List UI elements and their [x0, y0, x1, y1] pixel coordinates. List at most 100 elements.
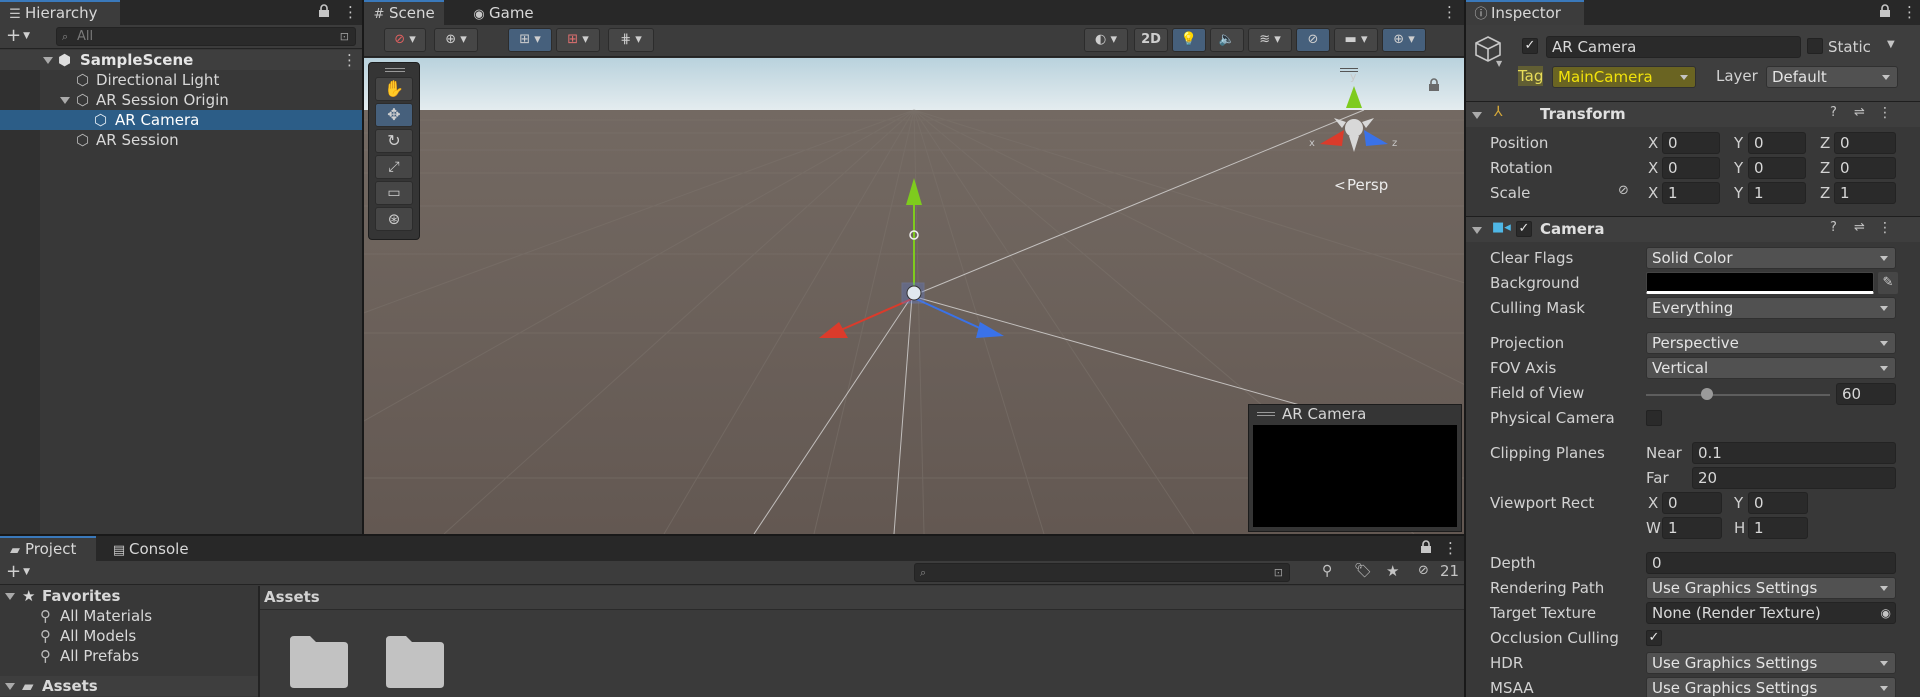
effects-button[interactable]: ≋ ▾ — [1248, 28, 1292, 52]
shading-mode-button[interactable]: ◐ ▾ — [1084, 28, 1128, 52]
lock-icon[interactable] — [318, 4, 330, 18]
search-by-label-icon[interactable]: 🏷 — [1354, 563, 1372, 579]
move-tool-button[interactable]: ✥ — [375, 103, 413, 127]
scene-row[interactable]: ⬢ SampleScene ⋮ — [0, 50, 362, 70]
hierarchy-item-directional-light[interactable]: ⬡ Directional Light — [0, 70, 362, 90]
fold-arrow-icon[interactable] — [1472, 112, 1482, 119]
position-x-field[interactable]: 0 — [1662, 132, 1720, 154]
tab-console[interactable]: ▤ Console — [104, 536, 204, 561]
hierarchy-search-input[interactable]: ⌕ All ⊡ — [56, 27, 356, 46]
favorite-all-models[interactable]: ⚲ All Models — [0, 626, 258, 646]
tab-inspector[interactable]: ⓘ Inspector — [1466, 0, 1584, 25]
position-z-field[interactable]: 0 — [1834, 132, 1896, 154]
audio-toggle-button[interactable]: 🔈 — [1210, 28, 1244, 52]
depth-field[interactable]: 0 — [1646, 552, 1896, 574]
asset-folder-icon[interactable] — [384, 632, 446, 688]
kebab-menu-icon[interactable]: ⋮ — [1443, 539, 1458, 557]
component-kebab-icon[interactable]: ⋮ — [1878, 105, 1892, 121]
scene-kebab-icon[interactable]: ⋮ — [342, 50, 357, 70]
favorites-row[interactable]: ★ Favorites — [0, 586, 258, 606]
scene-lock-icon[interactable] — [1428, 78, 1440, 92]
fold-arrow-icon[interactable] — [5, 593, 15, 600]
global-button[interactable]: ⊕ ▾ — [434, 28, 478, 52]
search-options-icon[interactable]: ⊡ — [1274, 564, 1283, 581]
hidden-packages-icon[interactable]: ⊘ — [1418, 563, 1429, 578]
rotation-x-field[interactable]: 0 — [1662, 157, 1720, 179]
fold-arrow-icon[interactable] — [43, 57, 53, 64]
hierarchy-item-ar-camera[interactable]: ⬡ AR Camera — [0, 110, 362, 130]
hierarchy-item-ar-session[interactable]: ⬡ AR Session — [0, 130, 362, 150]
gizmo-center-cube[interactable] — [1345, 119, 1363, 137]
kebab-menu-icon[interactable]: ⋮ — [1902, 3, 1917, 21]
position-y-field[interactable]: 0 — [1748, 132, 1806, 154]
help-icon[interactable]: ? — [1830, 220, 1837, 235]
toggle-2d-button[interactable]: 2D — [1134, 28, 1168, 52]
rotation-z-field[interactable]: 0 — [1834, 157, 1896, 179]
presets-icon[interactable]: ⇌ — [1854, 105, 1865, 120]
favorites-star-icon[interactable]: ★ — [1386, 562, 1399, 580]
layer-dropdown[interactable]: Default — [1766, 66, 1898, 88]
rendering-path-dropdown[interactable]: Use Graphics Settings — [1646, 577, 1896, 599]
asset-folder-icon[interactable] — [288, 632, 350, 688]
favorite-all-materials[interactable]: ⚲ All Materials — [0, 606, 258, 626]
add-button[interactable]: + ▼ — [6, 26, 38, 46]
scene-viewport[interactable]: y x z Persp < ✋ ✥ ↻ ⤢ ▭ ⊛ AR Camera — [364, 58, 1464, 534]
component-kebab-icon[interactable]: ⋮ — [1878, 220, 1892, 236]
lock-icon[interactable] — [1420, 540, 1432, 554]
scale-y-field[interactable]: 1 — [1748, 182, 1806, 204]
active-checkbox[interactable]: ✓ — [1522, 38, 1538, 54]
tab-hierarchy[interactable]: ☰ Hierarchy — [0, 0, 120, 25]
fold-arrow-icon[interactable] — [5, 683, 15, 690]
draw-mode-button[interactable]: ⊘ ▾ — [384, 28, 426, 52]
background-color-field[interactable] — [1646, 272, 1874, 294]
fov-slider-track[interactable] — [1646, 394, 1830, 396]
scale-x-field[interactable]: 1 — [1662, 182, 1720, 204]
rotate-tool-button[interactable]: ↻ — [375, 129, 413, 153]
assets-tree-row[interactable]: ▰ Assets — [0, 676, 258, 696]
projection-label[interactable]: Persp — [1347, 176, 1388, 194]
search-options-icon[interactable]: ⊡ — [340, 28, 349, 45]
scene-visibility-button[interactable]: ⊘ — [1296, 28, 1330, 52]
fov-axis-dropdown[interactable]: Vertical — [1646, 357, 1896, 379]
fold-arrow-icon[interactable] — [1472, 227, 1482, 234]
object-picker-icon[interactable]: ◉ — [1881, 603, 1891, 623]
kebab-menu-icon[interactable]: ⋮ — [343, 3, 358, 21]
viewport-w-field[interactable]: 1 — [1662, 517, 1722, 539]
camera-settings-button[interactable]: ▬ ▾ — [1334, 28, 1378, 52]
favorite-all-prefabs[interactable]: ⚲ All Prefabs — [0, 646, 258, 666]
occlusion-culling-checkbox[interactable]: ✓ — [1646, 630, 1662, 646]
constrain-proportions-icon[interactable]: ⊘ — [1618, 183, 1629, 198]
grid-snap-button[interactable]: ⊞ ▾ — [508, 28, 552, 52]
icon-dropdown-arrow[interactable]: ▼ — [1496, 59, 1502, 68]
physical-camera-checkbox[interactable] — [1646, 410, 1662, 426]
far-clip-field[interactable]: 20 — [1692, 467, 1896, 489]
hdr-dropdown[interactable]: Use Graphics Settings — [1646, 652, 1896, 674]
projection-dropdown[interactable]: Perspective — [1646, 332, 1896, 354]
viewport-x-field[interactable]: 0 — [1662, 492, 1722, 514]
view-options-handle[interactable] — [1340, 68, 1358, 72]
increment-snap-button[interactable]: ⊞ ▾ — [556, 28, 600, 52]
fov-value-field[interactable]: 60 — [1836, 383, 1896, 405]
fov-slider-thumb[interactable] — [1700, 388, 1713, 400]
target-texture-field[interactable]: None (Render Texture) ◉ — [1646, 602, 1896, 624]
scale-z-field[interactable]: 1 — [1834, 182, 1896, 204]
tab-scene[interactable]: # Scene — [364, 0, 444, 25]
assets-breadcrumb-label[interactable]: Assets — [264, 588, 320, 606]
preview-drag-handle[interactable] — [1257, 412, 1275, 416]
kebab-menu-icon[interactable]: ⋮ — [1442, 3, 1457, 21]
scale-tool-button[interactable]: ⤢ — [375, 155, 413, 179]
viewport-h-field[interactable]: 1 — [1748, 517, 1808, 539]
presets-icon[interactable]: ⇌ — [1854, 220, 1865, 235]
viewport-y-field[interactable]: 0 — [1748, 492, 1808, 514]
msaa-dropdown[interactable]: Use Graphics Settings — [1646, 677, 1896, 697]
create-button[interactable]: + ▼ — [6, 562, 38, 582]
fold-arrow-icon[interactable] — [60, 97, 70, 104]
transform-header[interactable]: ⅄ Transform ? ⇌ ⋮ — [1466, 101, 1920, 127]
eyedropper-icon[interactable]: ✎ — [1878, 272, 1898, 294]
transform-tool-button[interactable]: ⊛ — [375, 207, 413, 231]
overlay-drag-handle[interactable] — [385, 68, 405, 72]
lock-icon[interactable] — [1879, 4, 1891, 18]
search-by-type-icon[interactable]: ⚲ — [1322, 563, 1332, 579]
tab-game[interactable]: ◉ Game — [464, 0, 544, 25]
camera-preview-window[interactable]: AR Camera — [1248, 404, 1462, 532]
